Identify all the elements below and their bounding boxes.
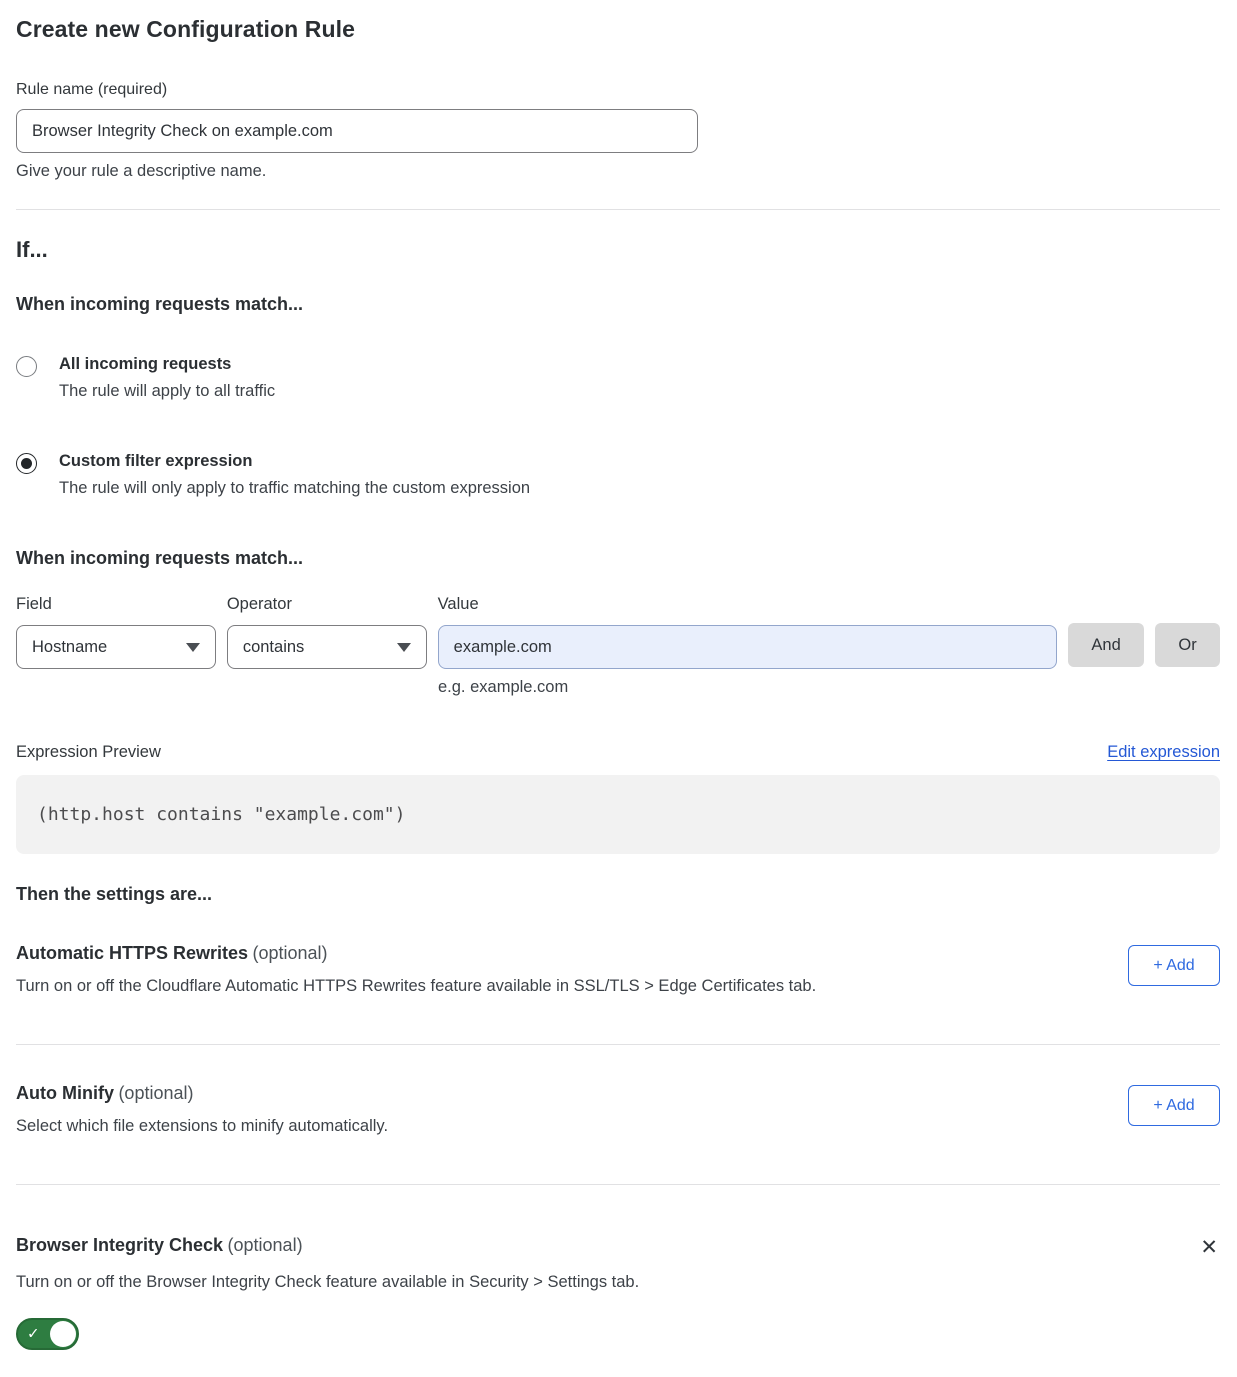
toggle-knob[interactable] [50, 1321, 76, 1347]
setting-title: Auto Minify [16, 1083, 114, 1103]
builder-subheading: When incoming requests match... [16, 548, 1220, 569]
field-select-value: Hostname [32, 638, 107, 657]
rule-name-help: Give your rule a descriptive name. [16, 162, 1220, 181]
radio-button-icon[interactable] [16, 453, 37, 474]
operator-label: Operator [227, 595, 427, 614]
section-divider [16, 209, 1220, 210]
setting-divider [16, 1184, 1220, 1185]
chevron-down-icon [397, 643, 411, 652]
setting-optional-tag: (optional) [228, 1235, 303, 1255]
expression-preview-code: (http.host contains "example.com") [16, 775, 1220, 854]
value-help-text: e.g. example.com [438, 678, 1220, 697]
and-button[interactable]: And [1068, 623, 1144, 667]
setting-description: Select which file extensions to minify a… [16, 1117, 388, 1136]
value-label: Value [438, 595, 1057, 614]
setting-browser-integrity-check: Browser Integrity Check (optional) ✕ Tur… [16, 1235, 1220, 1355]
close-icon[interactable]: ✕ [1198, 1235, 1220, 1260]
add-auto-minify-button[interactable]: + Add [1128, 1085, 1220, 1126]
setting-title: Automatic HTTPS Rewrites [16, 943, 248, 963]
radio-option-label: All incoming requests [59, 355, 231, 373]
setting-description: Turn on or off the Cloudflare Automatic … [16, 977, 816, 996]
if-heading: If... [16, 237, 1220, 263]
radio-option-all-incoming-requests[interactable]: All incoming requests The rule will appl… [16, 355, 1220, 401]
field-label: Field [16, 595, 216, 614]
radio-option-description: The rule will apply to all traffic [59, 382, 275, 401]
field-select[interactable]: Hostname [16, 625, 216, 669]
checkmark-icon: ✓ [27, 1325, 40, 1343]
or-button[interactable]: Or [1155, 623, 1220, 667]
page-title: Create new Configuration Rule [16, 16, 1220, 43]
setting-automatic-https-rewrites: Automatic HTTPS Rewrites (optional) Turn… [16, 943, 1220, 996]
radio-option-custom-filter-expression[interactable]: Custom filter expression The rule will o… [16, 452, 1220, 498]
setting-description: Turn on or off the Browser Integrity Che… [16, 1273, 1220, 1292]
rule-name-label: Rule name (required) [16, 81, 1220, 99]
setting-optional-tag: (optional) [253, 943, 328, 963]
setting-divider [16, 1044, 1220, 1045]
add-automatic-https-rewrites-button[interactable]: + Add [1128, 945, 1220, 986]
browser-integrity-check-toggle[interactable]: ✓ [16, 1318, 79, 1350]
chevron-down-icon [186, 643, 200, 652]
rule-name-input[interactable] [16, 109, 698, 153]
value-input[interactable] [438, 625, 1057, 669]
expression-preview-label: Expression Preview [16, 743, 161, 762]
edit-expression-link[interactable]: Edit expression [1107, 743, 1220, 762]
expression-builder: When incoming requests match... Field Ho… [16, 548, 1220, 697]
create-configuration-rule-form: Create new Configuration Rule Rule name … [0, 0, 1237, 1375]
setting-optional-tag: (optional) [118, 1083, 193, 1103]
radio-option-description: The rule will only apply to traffic matc… [59, 479, 530, 498]
operator-select-value: contains [243, 638, 304, 657]
match-subheading: When incoming requests match... [16, 294, 1220, 315]
setting-auto-minify: Auto Minify (optional) Select which file… [16, 1083, 1220, 1136]
setting-title: Browser Integrity Check [16, 1235, 223, 1255]
radio-button-icon[interactable] [16, 356, 37, 377]
operator-select[interactable]: contains [227, 625, 427, 669]
then-settings-heading: Then the settings are... [16, 884, 1220, 905]
radio-option-label: Custom filter expression [59, 452, 252, 470]
